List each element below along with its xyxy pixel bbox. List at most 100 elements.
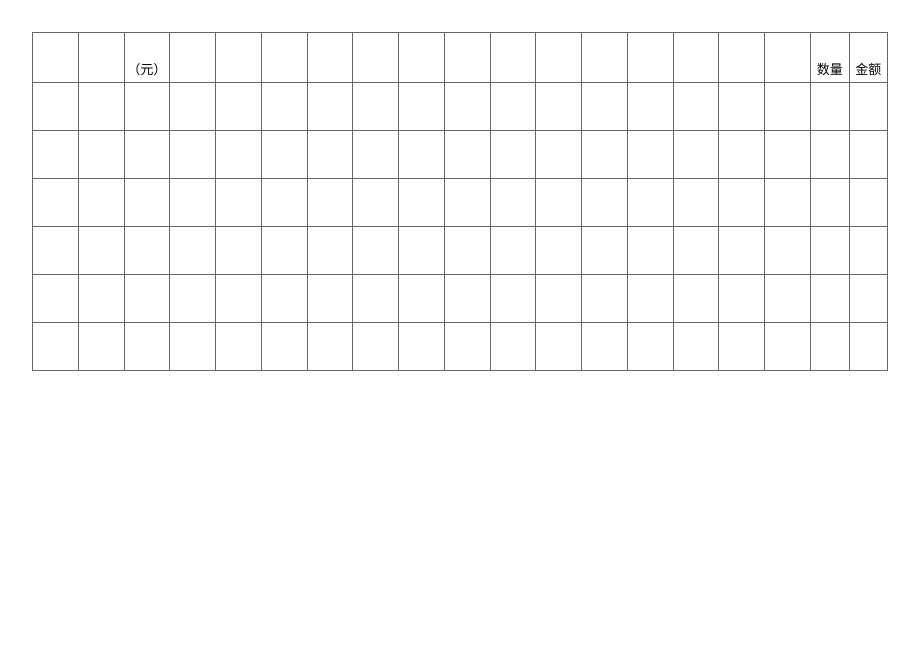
header-cell-quantity: 数量: [811, 33, 849, 83]
data-cell: [536, 179, 582, 227]
data-cell: [353, 227, 399, 275]
header-cell-5: [216, 33, 262, 83]
data-cell: [536, 131, 582, 179]
data-cell: [444, 275, 490, 323]
data-cell: [582, 179, 628, 227]
data-cell: [78, 179, 124, 227]
data-cell: [765, 323, 811, 371]
data-cell: [353, 131, 399, 179]
data-cell: [399, 275, 445, 323]
data-cell: [399, 179, 445, 227]
data-cell: [444, 179, 490, 227]
data-cell: [216, 323, 262, 371]
data-cell: [216, 83, 262, 131]
data-cell: [170, 83, 216, 131]
data-cell: [673, 227, 719, 275]
header-cell-17: [765, 33, 811, 83]
header-cell-1: [33, 33, 79, 83]
data-cell: [811, 83, 849, 131]
data-cell: [849, 179, 887, 227]
table-header-row: （元） 数量 金额: [33, 33, 888, 83]
data-cell: [765, 131, 811, 179]
data-cell: [536, 83, 582, 131]
data-cell: [33, 83, 79, 131]
table-row: [33, 323, 888, 371]
data-cell: [582, 227, 628, 275]
data-cell: [582, 83, 628, 131]
data-cell: [307, 323, 353, 371]
data-cell: [849, 131, 887, 179]
data-cell: [33, 227, 79, 275]
data-cell: [673, 83, 719, 131]
data-cell: [33, 179, 79, 227]
header-cell-13: [582, 33, 628, 83]
header-cell-15: [673, 33, 719, 83]
data-cell: [811, 227, 849, 275]
data-cell: [307, 131, 353, 179]
header-cell-11: [490, 33, 536, 83]
data-cell: [765, 83, 811, 131]
data-cell: [261, 275, 307, 323]
data-cell: [78, 227, 124, 275]
data-cell: [536, 323, 582, 371]
data-cell: [849, 227, 887, 275]
data-cell: [444, 227, 490, 275]
data-cell: [33, 131, 79, 179]
data-cell: [490, 131, 536, 179]
table-row: [33, 227, 888, 275]
data-cell: [124, 275, 170, 323]
header-cell-8: [353, 33, 399, 83]
data-cell: [216, 131, 262, 179]
data-cell: [627, 275, 673, 323]
data-cell: [399, 227, 445, 275]
data-cell: [444, 131, 490, 179]
data-cell: [765, 275, 811, 323]
header-cell-7: [307, 33, 353, 83]
data-cell: [719, 131, 765, 179]
data-cell: [78, 275, 124, 323]
data-cell: [719, 323, 765, 371]
data-cell: [719, 275, 765, 323]
data-cell: [490, 179, 536, 227]
ledger-table: （元） 数量 金额: [32, 32, 888, 371]
data-cell: [627, 227, 673, 275]
data-cell: [582, 323, 628, 371]
data-cell: [627, 131, 673, 179]
data-cell: [170, 131, 216, 179]
data-cell: [536, 275, 582, 323]
header-cell-9: [399, 33, 445, 83]
data-cell: [673, 323, 719, 371]
data-cell: [536, 227, 582, 275]
data-cell: [307, 227, 353, 275]
data-cell: [627, 83, 673, 131]
data-cell: [261, 83, 307, 131]
table-row: [33, 131, 888, 179]
data-cell: [811, 131, 849, 179]
data-cell: [582, 275, 628, 323]
data-cell: [582, 131, 628, 179]
header-cell-amount: 金额: [849, 33, 887, 83]
data-cell: [33, 323, 79, 371]
data-cell: [719, 227, 765, 275]
data-cell: [765, 179, 811, 227]
data-cell: [673, 131, 719, 179]
data-cell: [490, 83, 536, 131]
data-cell: [444, 323, 490, 371]
data-cell: [673, 179, 719, 227]
table-row: [33, 275, 888, 323]
data-cell: [170, 323, 216, 371]
ledger-table-container: （元） 数量 金额: [32, 32, 888, 371]
data-cell: [216, 227, 262, 275]
data-cell: [719, 179, 765, 227]
table-row: [33, 179, 888, 227]
data-cell: [216, 179, 262, 227]
data-cell: [353, 83, 399, 131]
data-cell: [353, 179, 399, 227]
data-cell: [261, 131, 307, 179]
data-cell: [399, 83, 445, 131]
data-cell: [124, 131, 170, 179]
data-cell: [811, 323, 849, 371]
header-cell-12: [536, 33, 582, 83]
data-cell: [170, 179, 216, 227]
data-cell: [78, 323, 124, 371]
